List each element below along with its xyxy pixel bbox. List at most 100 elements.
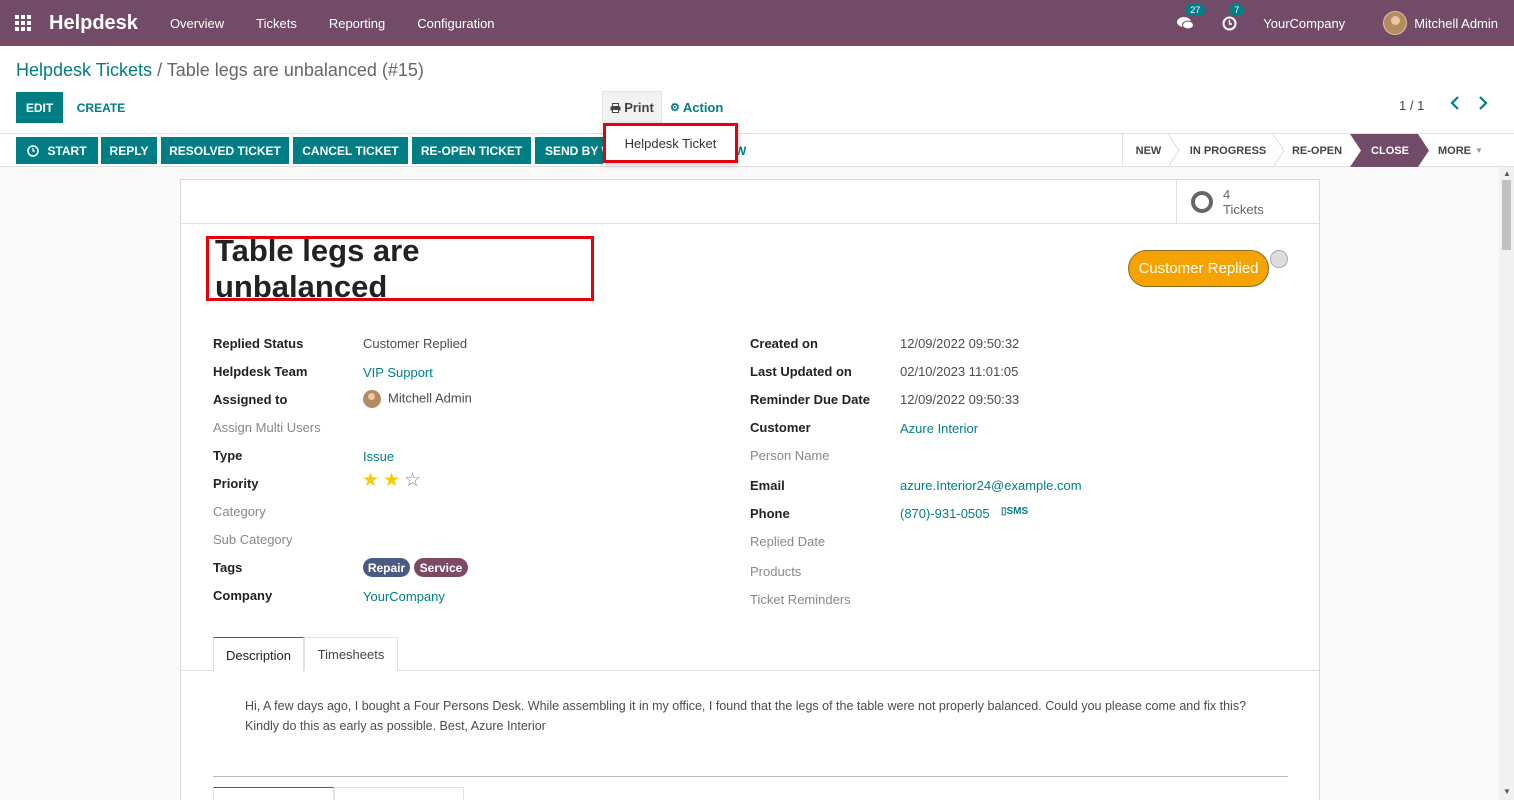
menu-reporting[interactable]: Reporting <box>313 16 401 31</box>
tickets-count: 4 <box>1223 186 1231 202</box>
company-switcher[interactable]: YourCompany <box>1263 16 1345 31</box>
label-company: Company <box>213 588 273 603</box>
statusbar: START REPLY RESOLVED TICKET CANCEL TICKE… <box>0 133 1514 167</box>
menu-configuration[interactable]: Configuration <box>401 16 510 31</box>
menu-tickets[interactable]: Tickets <box>240 16 313 31</box>
smart-button-box: 4 Tickets <box>181 180 1319 224</box>
pager-previous-icon[interactable] <box>1450 96 1460 114</box>
breadcrumb-parent-link[interactable]: Helpdesk Tickets <box>16 60 152 80</box>
form-sheet: 4 Tickets Table legs are unbalanced Cust… <box>180 179 1320 800</box>
tickets-label: Tickets <box>1223 201 1264 217</box>
tag-repair[interactable]: Repair <box>363 558 410 577</box>
sms-button[interactable]: ▯SMS <box>1001 506 1028 517</box>
page-scrollbar[interactable]: ▲ ▼ <box>1499 167 1514 800</box>
activities-badge: 7 <box>1229 4 1245 16</box>
scroll-up-icon[interactable]: ▲ <box>1503 169 1511 178</box>
value-customer[interactable]: Azure Interior <box>900 421 978 436</box>
reopen-ticket-button[interactable]: RE-OPEN TICKET <box>412 137 531 164</box>
user-menu[interactable]: Mitchell Admin <box>1383 11 1498 35</box>
edit-button[interactable]: EDIT <box>16 92 63 123</box>
messages-icon[interactable]: 27 <box>1175 4 1206 33</box>
send-by-whatsapp-button[interactable]: SEND BY W <box>535 137 603 164</box>
user-name: Mitchell Admin <box>1414 15 1498 31</box>
ticket-title[interactable]: Table legs are unbalanced <box>215 233 591 305</box>
label-tags: Tags <box>213 560 243 575</box>
assignee-name: Mitchell Admin <box>388 390 472 406</box>
kanban-state-toggle[interactable] <box>1270 250 1288 268</box>
start-label: START <box>47 143 87 158</box>
label-helpdesk-team: Helpdesk Team <box>213 364 308 379</box>
start-button[interactable]: START <box>16 137 98 164</box>
priority-star-1-icon[interactable]: ★ <box>362 471 379 490</box>
label-last-updated-on: Last Updated on <box>750 364 852 379</box>
stage-new[interactable]: NEW <box>1122 134 1174 167</box>
label-assigned-to: Assigned to <box>213 392 288 407</box>
stage-more[interactable]: MORE ▼ <box>1438 134 1488 167</box>
value-phone[interactable]: (870)-931-0505 <box>900 506 990 521</box>
resolved-ticket-button[interactable]: RESOLVED TICKET <box>161 137 289 164</box>
label-ticket-reminders: Ticket Reminders <box>750 592 851 607</box>
stage-more-label: MORE <box>1438 144 1471 157</box>
breadcrumb-current: Table legs are unbalanced (#15) <box>166 60 424 80</box>
label-customer: Customer <box>750 420 811 435</box>
pager-next-icon[interactable] <box>1478 96 1488 114</box>
messages-badge: 27 <box>1185 4 1206 16</box>
scroll-down-icon[interactable]: ▼ <box>1503 787 1511 796</box>
tickets-smart-button[interactable]: 4 Tickets <box>1176 180 1319 223</box>
bottom-tab-2[interactable] <box>334 787 464 800</box>
print-button[interactable]: Print <box>602 91 662 123</box>
customer-replied-badge: Customer Replied <box>1128 250 1269 287</box>
menu-overview[interactable]: Overview <box>154 16 240 31</box>
value-type[interactable]: Issue <box>363 449 394 464</box>
label-category: Category <box>213 504 266 519</box>
apps-menu-icon[interactable] <box>0 0 46 46</box>
sms-label: SMS <box>1006 506 1029 517</box>
value-helpdesk-team[interactable]: VIP Support <box>363 365 433 380</box>
label-created-on: Created on <box>750 336 818 351</box>
label-sub-category: Sub Category <box>213 532 293 547</box>
value-assigned-to[interactable]: Mitchell Admin <box>363 390 472 408</box>
cancel-ticket-button[interactable]: CANCEL TICKET <box>293 137 408 164</box>
label-type: Type <box>213 448 243 463</box>
tag-service[interactable]: Service <box>414 558 468 577</box>
app-brand[interactable]: Helpdesk <box>49 12 138 35</box>
stage-in-progress[interactable]: IN PROGRESS <box>1180 134 1276 167</box>
priority-star-2-icon[interactable]: ★ <box>383 471 400 490</box>
print-label: Print <box>624 100 654 115</box>
tab-description[interactable]: Description <box>213 637 304 672</box>
print-dropdown-item-helpdesk-ticket[interactable]: Helpdesk Ticket <box>603 123 738 163</box>
value-company[interactable]: YourCompany <box>363 589 445 604</box>
action-button[interactable]: ⚙ Action <box>670 91 723 123</box>
breadcrumb-separator: / <box>152 60 167 80</box>
user-avatar <box>1383 11 1408 35</box>
main-navbar: Helpdesk Overview Tickets Reporting Conf… <box>0 0 1514 46</box>
lifebuoy-icon <box>1191 190 1213 213</box>
activities-icon[interactable]: 7 <box>1219 4 1245 33</box>
gear-icon: ⚙ <box>670 101 680 114</box>
tab-timesheets[interactable]: Timesheets <box>304 637 398 671</box>
breadcrumb: Helpdesk Tickets / Table legs are unbala… <box>16 60 424 81</box>
caret-down-icon: ▼ <box>1475 146 1483 155</box>
title-highlight: Table legs are unbalanced <box>206 233 594 304</box>
stage-reopen[interactable]: RE-OPEN <box>1285 134 1349 167</box>
notebook-tabs: Description Timesheets <box>181 637 1319 672</box>
create-button[interactable]: CREATE <box>70 92 132 123</box>
bottom-tab-1[interactable] <box>213 787 334 800</box>
section-divider <box>213 776 1288 777</box>
label-phone: Phone <box>750 506 790 521</box>
value-created-on: 12/09/2022 09:50:32 <box>900 336 1020 351</box>
description-text[interactable]: Hi, A few days ago, I bought a Four Pers… <box>245 696 1255 736</box>
scroll-thumb[interactable] <box>1502 180 1511 250</box>
pager-value[interactable]: 1 / 1 <box>1399 98 1424 113</box>
priority-star-3-icon[interactable]: ☆ <box>404 471 421 490</box>
stage-close[interactable]: CLOSE <box>1362 134 1418 167</box>
label-priority: Priority <box>213 476 259 491</box>
value-reminder-due-date: 12/09/2022 09:50:33 <box>900 392 1020 407</box>
label-reminder-due-date: Reminder Due Date <box>750 392 870 407</box>
label-products: Products <box>750 564 802 579</box>
clock-icon <box>27 144 40 157</box>
label-person-name: Person Name <box>750 448 830 463</box>
label-email: Email <box>750 478 785 493</box>
reply-button[interactable]: REPLY <box>101 137 157 164</box>
value-email[interactable]: azure.Interior24@example.com <box>900 478 1082 493</box>
